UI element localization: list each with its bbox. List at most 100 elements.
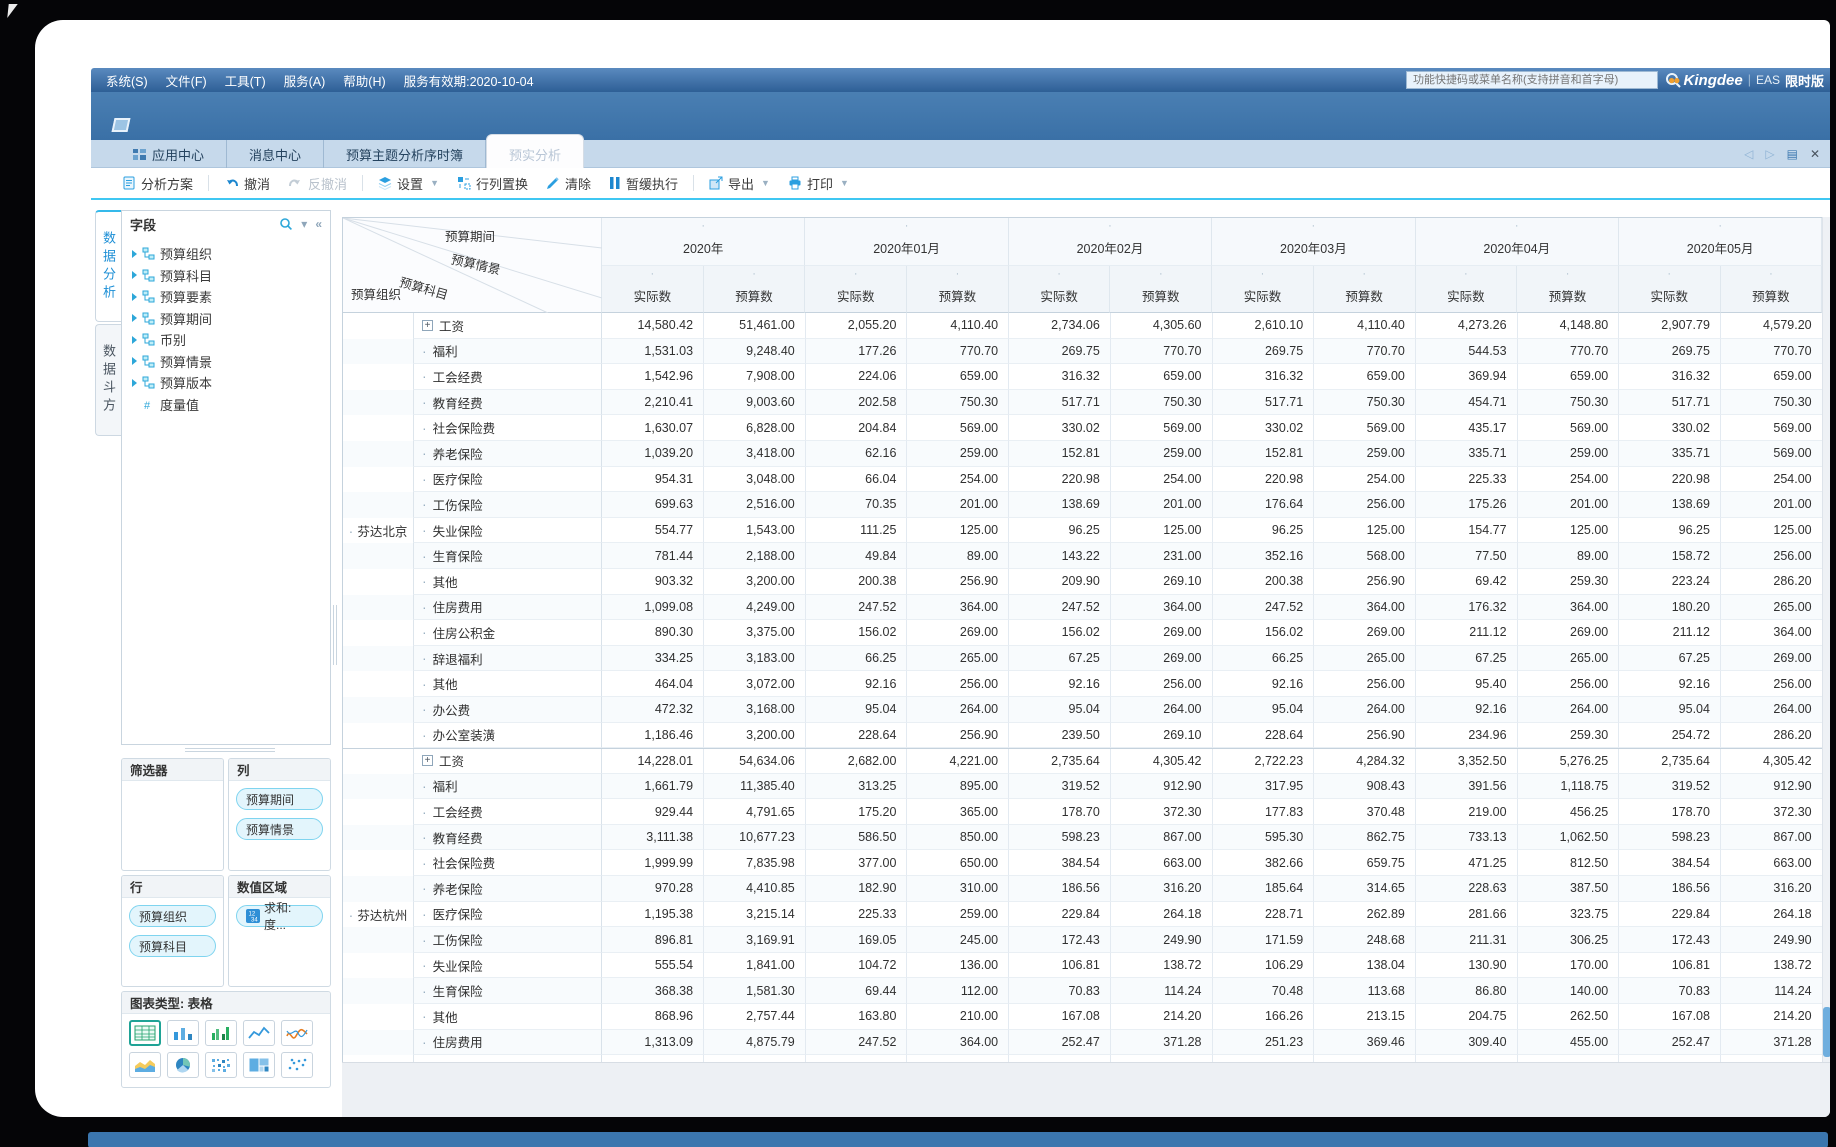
value-cell[interactable]: 517.71 — [1009, 390, 1111, 416]
value-cell[interactable]: 251.23 — [1213, 1030, 1315, 1056]
value-cell[interactable]: 67.25 — [1009, 646, 1111, 672]
value-cell[interactable]: 369.94 — [1416, 364, 1518, 390]
value-cell[interactable]: 69.44 — [806, 978, 908, 1004]
tab-2[interactable]: 消息中心 — [227, 140, 324, 168]
value-cell[interactable]: 111.25 — [806, 518, 908, 544]
value-cell[interactable]: 256.00 — [1518, 671, 1620, 697]
value-cell[interactable]: 586.50 — [806, 825, 908, 851]
expand-arrow-icon[interactable] — [132, 357, 137, 365]
chart-type-bar-blue-icon[interactable] — [167, 1020, 199, 1046]
chevron-down-icon[interactable]: ▼ — [761, 178, 770, 188]
value-cell[interactable]: 4,249.00 — [704, 595, 806, 621]
value-cell[interactable]: 896.81 — [602, 927, 704, 953]
value-cell[interactable]: 370.48 — [1314, 799, 1416, 825]
value-cell[interactable]: 252.47 — [1619, 1030, 1721, 1056]
value-cell[interactable]: 598.23 — [1619, 825, 1721, 851]
subject-cell-养老保险[interactable]: ·养老保险 — [413, 441, 602, 467]
value-cell[interactable]: 211.12 — [1416, 620, 1518, 646]
period-header-2020年03月[interactable]: ·2020年03月 — [1212, 218, 1415, 266]
panel-splitter-vertical[interactable] — [333, 605, 337, 665]
value-cell[interactable]: 4,305.42 — [1111, 749, 1213, 774]
value-cell[interactable]: 114.24 — [1111, 978, 1213, 1004]
value-cell[interactable]: 663.00 — [1721, 850, 1823, 876]
zone-chip-预算期间[interactable]: 预算期间 — [236, 788, 323, 810]
value-cell[interactable]: 371.28 — [1721, 1030, 1823, 1056]
value-cell[interactable]: 970.28 — [602, 876, 704, 902]
value-cell[interactable]: 471.25 — [1416, 850, 1518, 876]
value-cell[interactable]: 3,418.00 — [704, 441, 806, 467]
value-cell[interactable]: 178.70 — [1619, 799, 1721, 825]
subject-cell-工伤保险[interactable]: ·工伤保险 — [413, 492, 602, 518]
value-cell[interactable]: 269.00 — [1111, 646, 1213, 672]
value-cell[interactable]: 154.77 — [1416, 518, 1518, 544]
zone-chip-求和:度...[interactable]: 1234求和:度... — [236, 905, 323, 927]
vertical-scrollbar[interactable] — [1822, 217, 1830, 1062]
value-cell[interactable]: 569.00 — [1111, 415, 1213, 441]
value-cell[interactable]: 92.16 — [1619, 671, 1721, 697]
value-cell[interactable]: 219.00 — [1416, 799, 1518, 825]
field-tree-item-度量值[interactable]: #度量值 — [126, 394, 326, 416]
measure-header-实际数[interactable]: ·实际数 — [805, 266, 907, 313]
value-cell[interactable]: 175.20 — [806, 799, 908, 825]
value-cell[interactable]: 186.56 — [1619, 876, 1721, 902]
value-cell[interactable]: 595.30 — [1213, 825, 1315, 851]
value-cell[interactable]: 158.72 — [1619, 543, 1721, 569]
value-cell[interactable]: 316.20 — [1111, 876, 1213, 902]
zone-chip-预算情景[interactable]: 预算情景 — [236, 818, 323, 840]
value-cell[interactable]: 138.72 — [1111, 953, 1213, 979]
value-cell[interactable]: 256.00 — [907, 671, 1009, 697]
value-cell[interactable]: 269.10 — [1111, 723, 1213, 749]
value-cell[interactable]: 214.20 — [1721, 1004, 1823, 1030]
value-cell[interactable]: 178.70 — [1009, 799, 1111, 825]
subject-cell-教育经费[interactable]: ·教育经费 — [413, 390, 602, 416]
value-cell[interactable]: 248.68 — [1314, 927, 1416, 953]
value-cell[interactable]: 92.16 — [1009, 671, 1111, 697]
value-cell[interactable]: 249.90 — [1721, 927, 1823, 953]
value-cell[interactable]: 862.75 — [1314, 825, 1416, 851]
value-cell[interactable]: 770.70 — [1314, 339, 1416, 365]
tab-4[interactable]: 预实分析 — [486, 134, 584, 168]
period-header-2020年02月[interactable]: ·2020年02月 — [1009, 218, 1212, 266]
value-cell[interactable]: 138.72 — [1721, 953, 1823, 979]
toolbar-button-清除[interactable]: 清除 — [537, 171, 600, 195]
value-cell[interactable]: 3,048.00 — [704, 467, 806, 493]
value-cell[interactable]: 252.47 — [1009, 1030, 1111, 1056]
measure-header-实际数[interactable]: ·实际数 — [1009, 266, 1111, 313]
toolbar-button-设置[interactable]: 设置▼ — [369, 171, 448, 195]
expand-arrow-icon[interactable] — [132, 336, 137, 344]
value-cell[interactable]: 3,352.50 — [1416, 749, 1518, 774]
value-cell[interactable]: 167.08 — [1009, 1004, 1111, 1030]
value-cell[interactable]: 220.98 — [1619, 467, 1721, 493]
value-cell[interactable]: 186.56 — [1009, 876, 1111, 902]
value-cell[interactable]: 4,410.85 — [704, 876, 806, 902]
value-cell[interactable]: 1,118.75 — [1518, 774, 1620, 800]
chart-type-line-icon[interactable] — [243, 1020, 275, 1046]
value-cell[interactable]: 377.00 — [806, 850, 908, 876]
value-cell[interactable]: 1,313.09 — [602, 1030, 704, 1056]
value-cell[interactable]: 125.00 — [1518, 518, 1620, 544]
value-cell[interactable]: 259.00 — [1518, 441, 1620, 467]
value-cell[interactable]: 659.75 — [1314, 850, 1416, 876]
value-cell[interactable]: 220.98 — [1009, 467, 1111, 493]
value-cell[interactable]: 114.24 — [1721, 978, 1823, 1004]
value-cell[interactable]: 659.00 — [1314, 364, 1416, 390]
value-cell[interactable]: 699.63 — [602, 492, 704, 518]
value-cell[interactable]: 867.00 — [1721, 825, 1823, 851]
value-cell[interactable]: 204.84 — [806, 415, 908, 441]
value-cell[interactable]: 70.83 — [1619, 978, 1721, 1004]
value-cell[interactable]: 4,148.80 — [1518, 313, 1620, 339]
org-group-label-芬达杭州[interactable]: ·芬达杭州 — [343, 748, 413, 1063]
value-cell[interactable]: 1,661.79 — [602, 774, 704, 800]
value-cell[interactable]: 229.84 — [1619, 902, 1721, 928]
value-cell[interactable]: 1,062.50 — [1518, 825, 1620, 851]
value-cell[interactable]: 286.20 — [1721, 569, 1823, 595]
value-cell[interactable]: 456.25 — [1518, 799, 1620, 825]
value-cell[interactable]: 317.95 — [1213, 774, 1315, 800]
chart-type-treemap-icon[interactable] — [243, 1052, 275, 1078]
chart-type-scatter-icon[interactable] — [281, 1052, 313, 1078]
value-cell[interactable]: 228.64 — [806, 723, 908, 749]
subject-cell-工资[interactable]: +工资 — [413, 313, 602, 339]
value-cell[interactable]: 3,200.00 — [704, 723, 806, 749]
value-cell[interactable]: 5,276.25 — [1518, 749, 1620, 774]
value-cell[interactable]: 89.00 — [907, 543, 1009, 569]
